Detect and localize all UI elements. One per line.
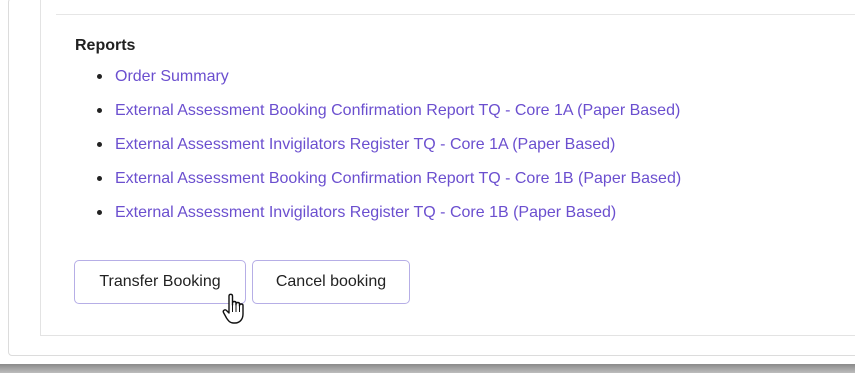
list-item: External Assessment Booking Confirmation… xyxy=(77,166,681,200)
booking-page: Reports Order Summary External Assessmen… xyxy=(0,0,855,373)
bullet-icon xyxy=(97,176,102,181)
window-bottom-edge xyxy=(0,364,855,373)
list-item: External Assessment Invigilators Registe… xyxy=(77,132,681,166)
bullet-icon xyxy=(97,74,102,79)
list-item: External Assessment Invigilators Registe… xyxy=(77,200,681,234)
report-link-order-summary[interactable]: Order Summary xyxy=(115,68,229,85)
reports-list: Order Summary External Assessment Bookin… xyxy=(77,64,681,234)
bullet-icon xyxy=(97,108,102,113)
hand-pointer-icon xyxy=(221,292,251,326)
section-divider xyxy=(56,14,855,15)
report-link-invigilators-register-1b[interactable]: External Assessment Invigilators Registe… xyxy=(115,204,616,221)
report-link-booking-confirmation-1b[interactable]: External Assessment Booking Confirmation… xyxy=(115,170,681,187)
bullet-icon xyxy=(97,142,102,147)
report-link-booking-confirmation-1a[interactable]: External Assessment Booking Confirmation… xyxy=(115,102,680,119)
list-item: Order Summary xyxy=(77,64,681,98)
list-item: External Assessment Booking Confirmation… xyxy=(77,98,681,132)
report-link-invigilators-register-1a[interactable]: External Assessment Invigilators Registe… xyxy=(115,136,615,153)
cancel-booking-button[interactable]: Cancel booking xyxy=(252,260,410,304)
reports-heading: Reports xyxy=(75,37,136,54)
bullet-icon xyxy=(97,210,102,215)
